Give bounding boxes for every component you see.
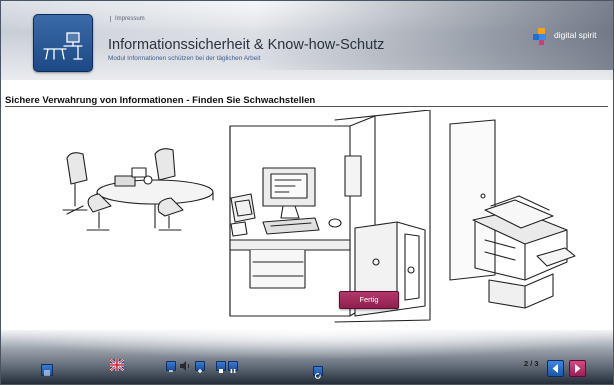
app-title: Informationssicherheit & Know-how-Schutz: [108, 37, 385, 53]
previous-page-button[interactable]: [547, 360, 564, 377]
volume-down-icon[interactable]: [166, 361, 176, 372]
bottom-toolbar: [0, 330, 614, 385]
office-scene-illustration: [62, 110, 576, 323]
next-page-button[interactable]: [569, 360, 586, 377]
brand-name: digital spirit: [554, 30, 597, 40]
impressum-link[interactable]: Impressum: [110, 16, 145, 22]
pause-icon[interactable]: [228, 361, 238, 373]
module-logo-icon: [33, 14, 93, 72]
section-divider: [5, 106, 608, 107]
section-title: Sichere Verwahrung von Informationen - F…: [5, 95, 316, 106]
app-subtitle: Modul Informationen schützen bei der täg…: [108, 55, 261, 62]
next-arrow-icon: [575, 364, 581, 373]
stop-icon[interactable]: [216, 361, 226, 373]
menu-icon[interactable]: [41, 364, 53, 376]
previous-arrow-icon: [552, 364, 558, 373]
speaker-icon[interactable]: [179, 360, 191, 372]
flag-icon[interactable]: [110, 359, 124, 371]
brand-logo-icon: [533, 28, 546, 45]
replay-icon[interactable]: [313, 366, 323, 379]
volume-up-icon[interactable]: [195, 361, 205, 373]
page-counter: 2 / 3: [524, 359, 539, 368]
app-window: Impressum Informationssicherheit & Know-…: [0, 0, 614, 385]
done-button[interactable]: Fertig: [339, 291, 399, 309]
